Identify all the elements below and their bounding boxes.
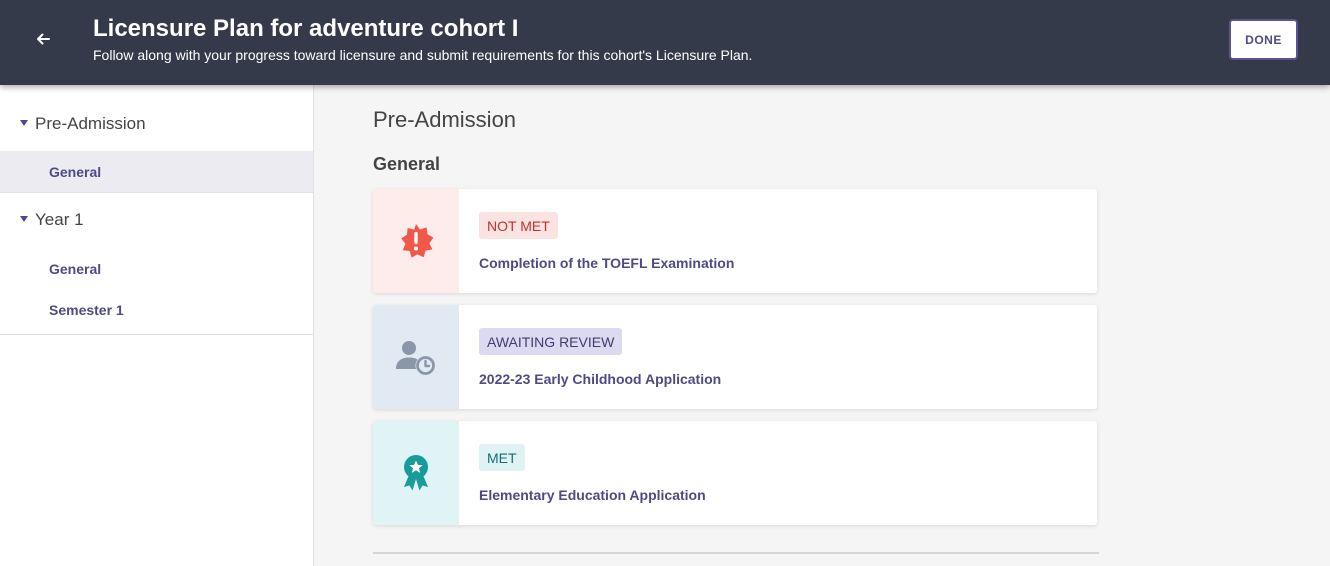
sidebar-item-label: General <box>49 164 102 180</box>
subsection-heading: General <box>373 154 441 174</box>
page-header: Licensure Plan for adventure cohort I Fo… <box>0 0 1330 85</box>
page-subtitle: Follow along with your progress toward l… <box>93 47 753 63</box>
sidebar-section-label: Pre-Admission <box>35 114 146 133</box>
requirement-card[interactable]: NOT MET Completion of the TOEFL Examinat… <box>373 189 1097 293</box>
arrow-left-icon <box>37 33 50 45</box>
requirement-title: Elementary Education Application <box>479 487 706 503</box>
requirement-icon-box <box>373 421 459 525</box>
status-badge: NOT MET <box>479 212 558 239</box>
status-badge: MET <box>479 444 525 471</box>
sidebar-item-year-1-semester-1[interactable]: Semester 1 <box>0 289 313 330</box>
sidebar-divider <box>0 192 313 193</box>
requirement-icon-box <box>373 189 459 293</box>
caret-down-icon <box>20 216 28 222</box>
requirement-card[interactable]: AWAITING REVIEW 2022-23 Early Childhood … <box>373 305 1097 409</box>
award-ribbon-icon <box>404 455 428 491</box>
requirement-title: Completion of the TOEFL Examination <box>479 255 735 271</box>
back-button[interactable] <box>30 26 56 52</box>
done-button[interactable]: DONE <box>1229 19 1298 60</box>
section-divider <box>373 552 1099 554</box>
sidebar-item-label: Semester 1 <box>49 302 124 318</box>
sidebar-section-label: Year 1 <box>35 210 84 229</box>
requirement-icon-box <box>373 305 459 409</box>
alert-badge-icon <box>401 224 434 258</box>
page-title: Licensure Plan for adventure cohort I <box>93 15 519 42</box>
sidebar: Pre-Admission General Year 1 General Sem… <box>0 85 314 566</box>
sidebar-divider <box>0 334 313 335</box>
user-clock-icon <box>396 341 435 375</box>
sidebar-item-label: General <box>49 261 102 277</box>
sidebar-item-pre-admission-general[interactable]: General <box>0 151 313 192</box>
status-badge: AWAITING REVIEW <box>479 328 623 355</box>
requirement-card[interactable]: MET Elementary Education Application <box>373 421 1097 525</box>
section-heading: Pre-Admission <box>373 107 517 132</box>
sidebar-section-year-1[interactable]: Year 1 <box>0 196 313 244</box>
sidebar-item-year-1-general[interactable]: General <box>0 248 313 289</box>
caret-down-icon <box>20 120 28 126</box>
requirement-title: 2022-23 Early Childhood Application <box>479 371 722 387</box>
sidebar-section-pre-admission[interactable]: Pre-Admission <box>0 100 313 148</box>
